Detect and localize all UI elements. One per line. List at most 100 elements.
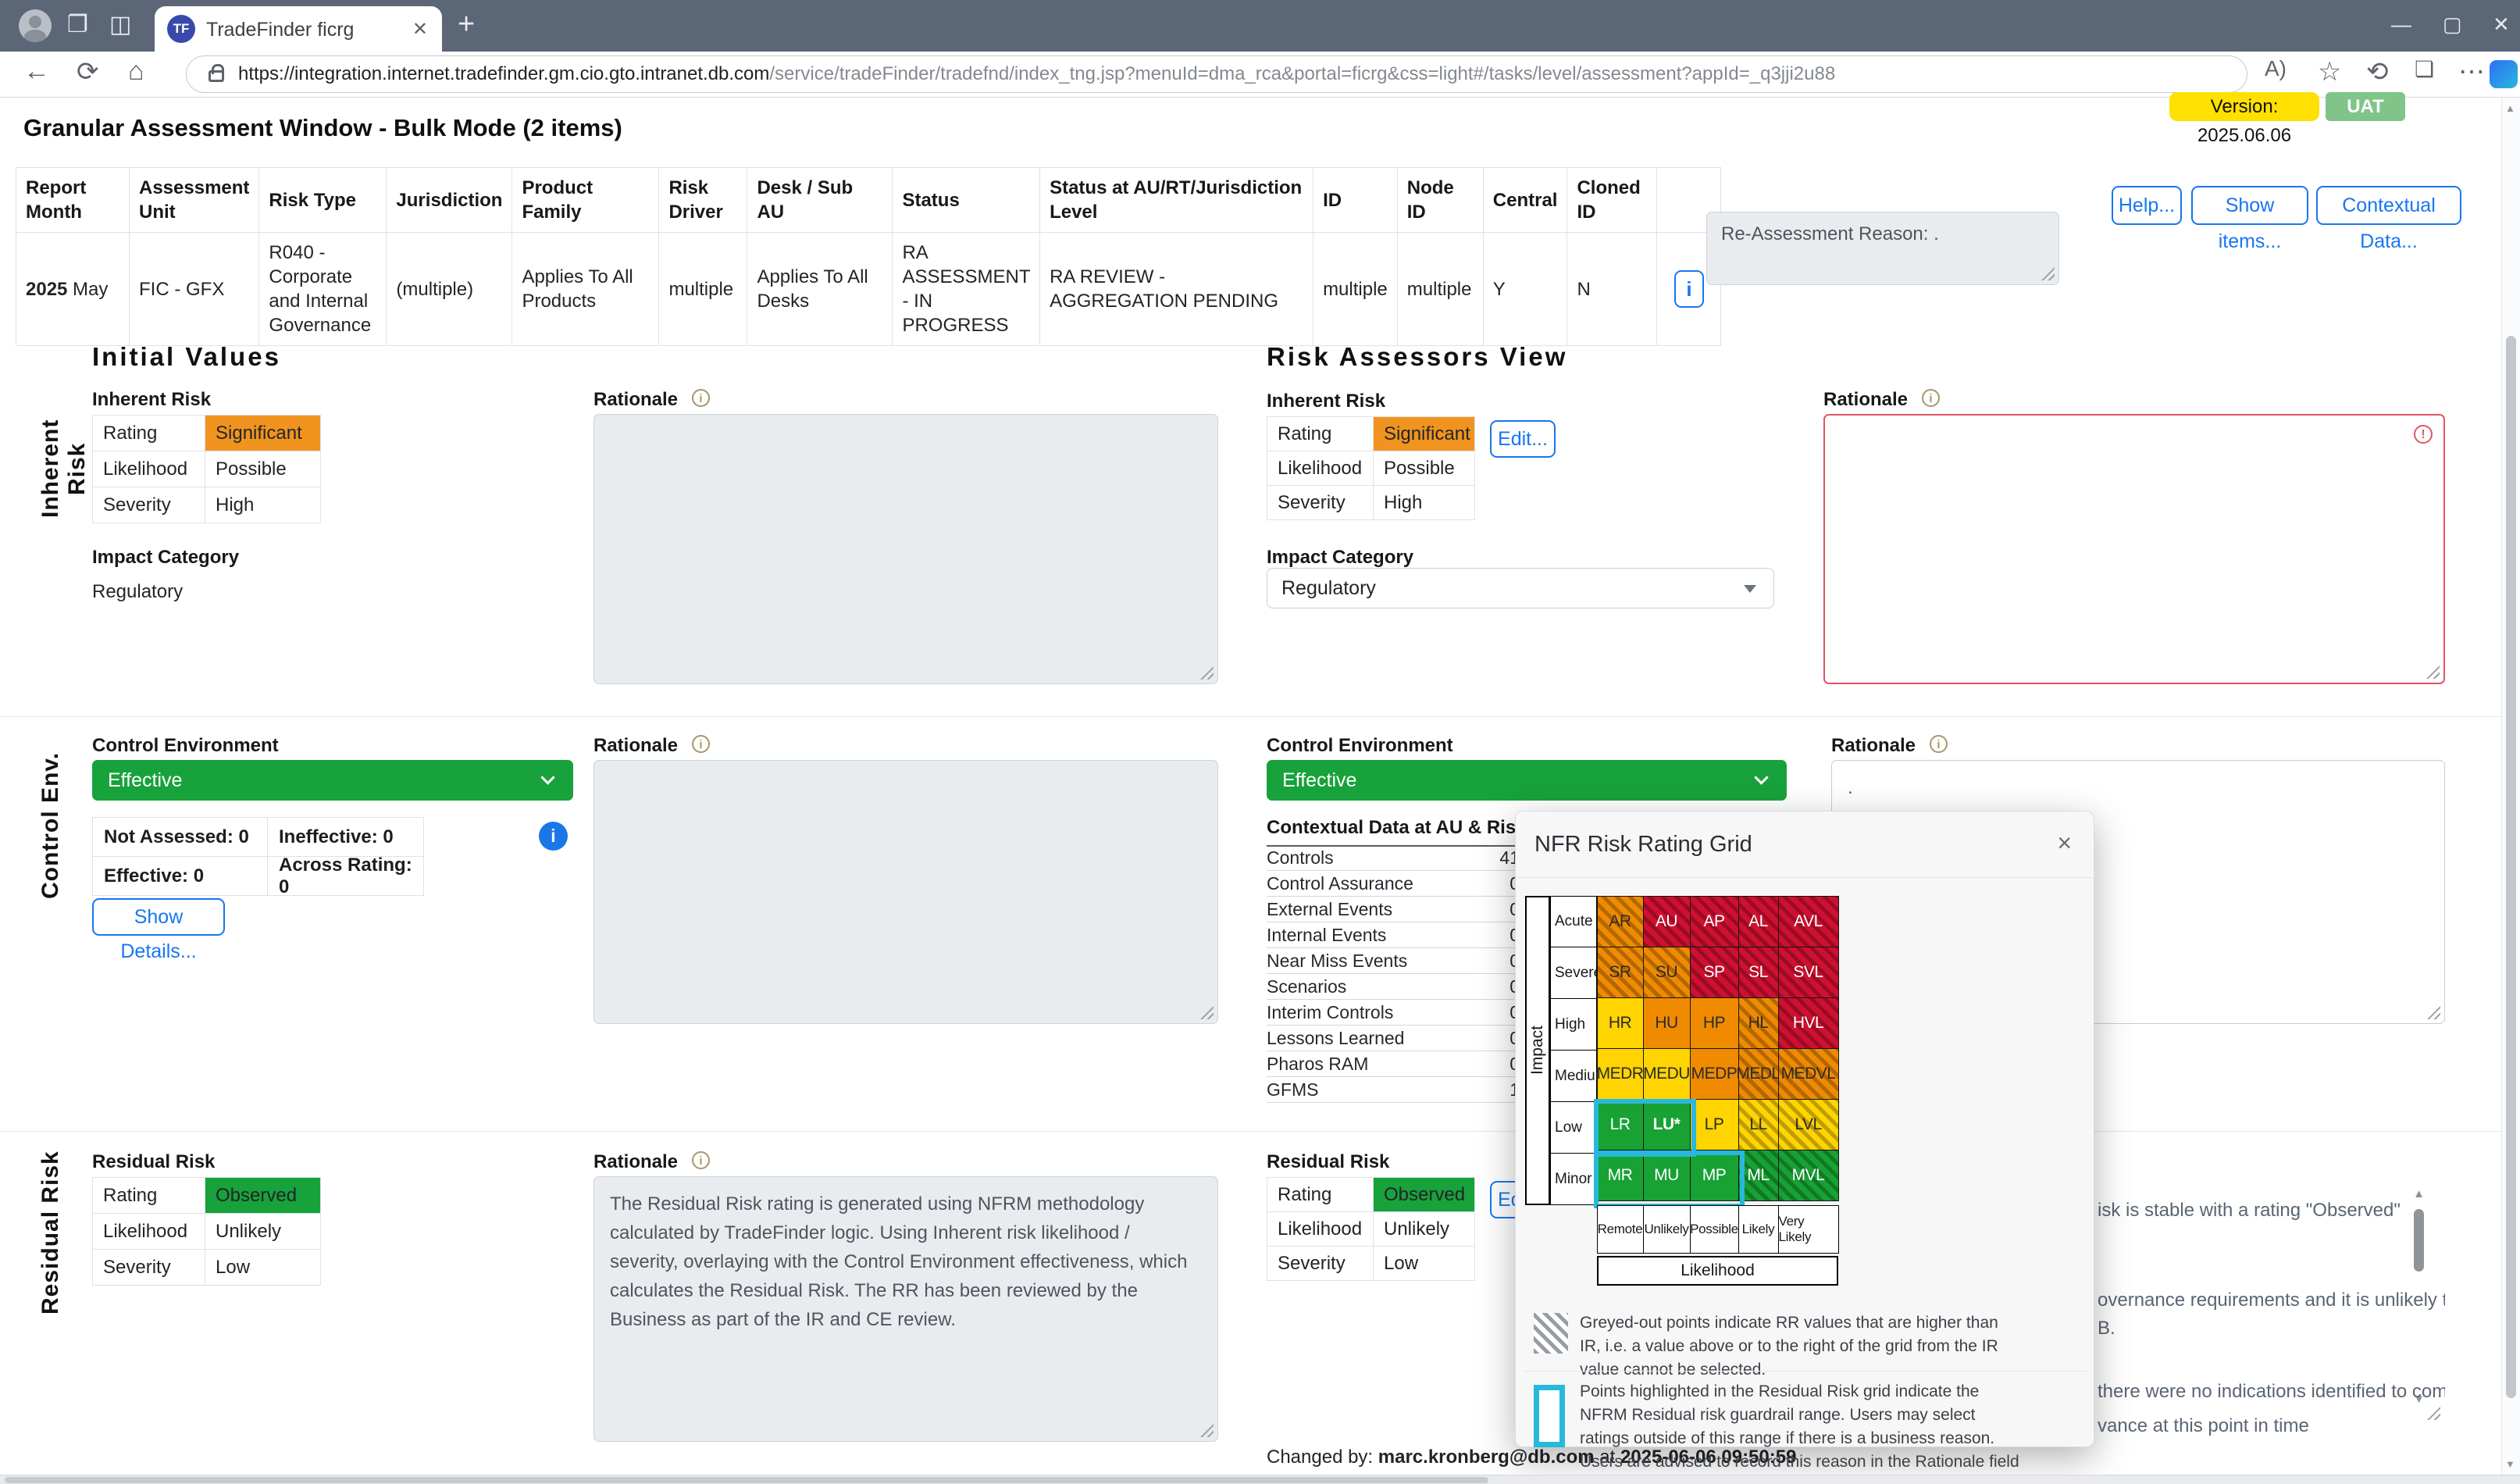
tradefinder-favicon: TF	[167, 15, 195, 43]
summary-cell: RA ASSESSMENT - IN PROGRESS	[893, 233, 1040, 346]
scrollbar-thumb[interactable]	[2506, 336, 2516, 1398]
contextual-data-button[interactable]: Contextual Data...	[2316, 186, 2461, 225]
impact-label-low: Low	[1550, 1102, 1597, 1154]
grid-cell-MEDR[interactable]: MEDR	[1597, 1048, 1644, 1100]
grid-cell-MEDL: MEDL	[1738, 1048, 1779, 1100]
likelihood-labels-row: RemoteUnlikelyPossibleLikelyVery Likely	[1597, 1205, 1838, 1253]
summary-column-header: Risk Driver	[659, 168, 747, 233]
nfr-risk-rating-grid-modal: NFR Risk Rating Grid × Impact AcuteSever…	[1515, 811, 2094, 1447]
vertical-scrollbar[interactable]: ▲ ▼	[2501, 98, 2520, 1475]
resize-handle[interactable]	[2041, 267, 2055, 280]
edit-inherent-button[interactable]: Edit...	[1490, 420, 1556, 458]
scroll-down-icon[interactable]: ▼	[2505, 1458, 2515, 1470]
grid-cell-SP: SP	[1690, 947, 1739, 998]
browser-tab[interactable]: TF TradeFinder ficrg ✕	[155, 6, 442, 52]
minimize-icon[interactable]: —	[2391, 12, 2411, 37]
control-env-dropdown[interactable]: Effective	[92, 760, 573, 801]
resize-handle[interactable]	[2427, 1407, 2440, 1420]
read-aloud-icon[interactable]: A)	[2265, 56, 2287, 81]
control-env-dropdown[interactable]: Effective	[1267, 760, 1787, 801]
rationale-label: Rationale	[1823, 389, 1908, 411]
split-screen-icon[interactable]: ❏	[2415, 56, 2434, 82]
resize-handle[interactable]	[2427, 1006, 2440, 1019]
rationale-label: Rationale	[1831, 735, 1916, 757]
resize-handle[interactable]	[1200, 666, 1214, 680]
more-menu-icon[interactable]: ⋯	[2458, 56, 2485, 87]
stacked-windows-icon[interactable]: ❐	[67, 11, 88, 38]
summary-cell: multiple	[1313, 233, 1398, 346]
grid-cell-LP[interactable]: LP	[1690, 1099, 1739, 1150]
row-info-button[interactable]: i	[1674, 270, 1704, 308]
show-items-button[interactable]: Show items...	[2191, 186, 2308, 225]
grid-cell-MEDU[interactable]: MEDU	[1643, 1048, 1691, 1100]
contextual-data-row: Control Assurance0	[1267, 871, 1524, 897]
rating-value: Significant	[1374, 417, 1475, 451]
info-icon[interactable]: i	[1930, 735, 1948, 753]
contextual-data-label: Interim Controls	[1267, 1002, 1393, 1023]
profile-avatar[interactable]	[19, 9, 52, 42]
resize-handle[interactable]	[1200, 1006, 1214, 1019]
grid-cell-MEDP[interactable]: MEDP	[1690, 1048, 1739, 1100]
back-icon[interactable]: ←	[23, 56, 50, 87]
reassessment-reason-textarea[interactable]: Re-Assessment Reason: .	[1706, 212, 2059, 285]
summary-column-header: Status	[893, 168, 1040, 233]
info-icon[interactable]: i	[692, 389, 710, 407]
contextual-data-row: Controls41	[1267, 845, 1524, 871]
favorite-star-icon[interactable]: ☆	[2318, 56, 2341, 87]
chevron-down-icon	[540, 770, 554, 784]
rationale-label: Rationale	[593, 1151, 678, 1173]
rationale-label: Rationale	[593, 735, 678, 757]
window-close-icon[interactable]: ✕	[2493, 12, 2510, 37]
grid-cell-HVL: HVL	[1778, 997, 1839, 1049]
scroll-up-icon[interactable]: ▲	[2505, 102, 2515, 114]
summary-column-header: Risk Type	[259, 168, 387, 233]
workspace-icon[interactable]: ◫	[109, 11, 131, 38]
inherent-risk-table: RatingSignificant LikelihoodPossible Sev…	[92, 415, 321, 523]
sync-icon[interactable]: ⟲	[2366, 56, 2389, 87]
grid-cell-HP[interactable]: HP	[1690, 997, 1739, 1049]
section-divider	[0, 716, 2520, 717]
residual-risk-label: Residual Risk	[1267, 1151, 1389, 1173]
browser-toolbar: ← ⟳ ⌂ https://integration.internet.trade…	[0, 52, 2520, 98]
residual-rationale-textarea[interactable]: The Residual Risk rating is generated us…	[593, 1176, 1218, 1442]
horizontal-scrollbar[interactable]	[0, 1475, 2520, 1484]
maximize-icon[interactable]: ▢	[2443, 12, 2462, 37]
grid-cell-HR[interactable]: HR	[1597, 997, 1644, 1049]
show-details-button[interactable]: Show Details...	[92, 898, 225, 936]
initial-values-heading: Initial Values	[92, 342, 281, 372]
scrollbar-thumb[interactable]	[5, 1477, 1488, 1483]
info-icon[interactable]: i	[1922, 389, 1940, 407]
residual-risk-label: Residual Risk	[92, 1151, 215, 1173]
info-icon[interactable]: i	[539, 822, 568, 851]
copilot-icon[interactable]	[2490, 60, 2518, 88]
help-button[interactable]: Help...	[2112, 186, 2182, 225]
contextual-data-label: External Events	[1267, 899, 1392, 920]
impact-axis-label: Impact	[1525, 896, 1550, 1205]
likelihood-label-unlikely: Unlikely	[1643, 1205, 1691, 1254]
scrollbar-thumb[interactable]	[2414, 1209, 2424, 1272]
modal-close-icon[interactable]: ×	[2057, 829, 2072, 858]
home-icon[interactable]: ⌂	[128, 56, 144, 87]
tab-close-icon[interactable]: ✕	[412, 18, 428, 41]
reload-icon[interactable]: ⟳	[77, 56, 99, 87]
new-tab-button[interactable]: +	[458, 8, 475, 41]
scroll-up-icon[interactable]: ▲	[2413, 1187, 2425, 1200]
grid-cell-HU[interactable]: HU	[1643, 997, 1691, 1049]
summary-column-header: Assessment Unit	[130, 168, 259, 233]
initial-inherent-rationale-textarea[interactable]	[593, 414, 1218, 684]
grid-cell-LVL: LVL	[1778, 1099, 1839, 1150]
residual-risk-table: RatingObserved LikelihoodUnlikely Severi…	[1267, 1177, 1475, 1281]
impact-category-dropdown[interactable]: Regulatory	[1267, 568, 1774, 608]
resize-handle[interactable]	[1200, 1424, 1214, 1437]
resize-handle[interactable]	[2426, 665, 2440, 679]
assessor-inherent-rationale-textarea[interactable]: !	[1823, 414, 2445, 684]
control-env-rationale-textarea[interactable]	[593, 760, 1218, 1024]
info-icon[interactable]: i	[692, 735, 710, 753]
info-icon[interactable]: i	[692, 1151, 710, 1169]
address-bar[interactable]: https://integration.internet.tradefinder…	[186, 55, 2247, 93]
inherent-risk-label: Inherent Risk	[1267, 391, 1385, 412]
contextual-data-row: GFMS1	[1267, 1077, 1524, 1103]
contextual-data-row: Interim Controls0	[1267, 1000, 1524, 1026]
rationale-text-fragment: there were no indications identified to …	[2098, 1381, 2445, 1403]
guardrail-outline	[1594, 1099, 1696, 1157]
